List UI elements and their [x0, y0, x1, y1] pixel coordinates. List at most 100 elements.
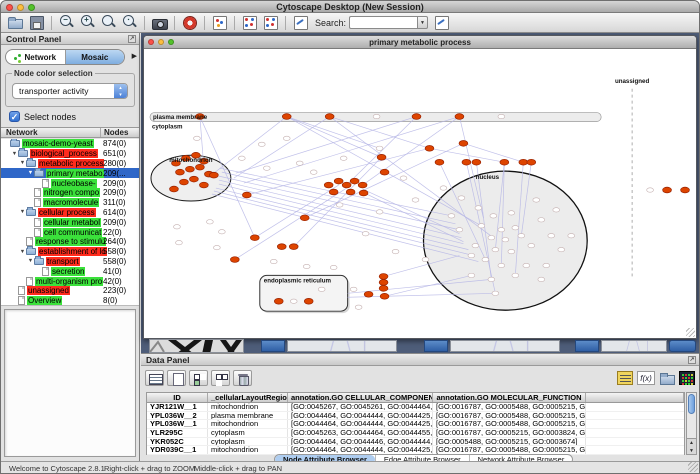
scrollbar-buttons[interactable]: ▲▼ [687, 438, 696, 454]
background-window-titlebar[interactable] [261, 340, 285, 352]
tree-item[interactable]: nucleobase-209(0) [1, 178, 139, 188]
function-builder-icon[interactable]: f(x) [637, 371, 655, 385]
tree-item[interactable]: ▼transport558(0) [1, 257, 139, 267]
background-window-fragment[interactable] [601, 340, 667, 352]
file-icon [34, 188, 41, 197]
search-input[interactable] [349, 16, 417, 29]
search-settings-icon[interactable] [433, 14, 450, 31]
node [538, 218, 545, 222]
birdseye-overview-panel[interactable] [4, 309, 136, 457]
new-attribute-icon[interactable] [167, 370, 186, 386]
disclosure-triangle-icon[interactable]: ▼ [27, 258, 34, 264]
node-color-selection-group: Node color selection transporter activit… [5, 73, 135, 107]
unselect-attributes-icon[interactable] [211, 370, 230, 386]
zoom-selected-icon[interactable] [121, 14, 138, 31]
zoom-out-icon[interactable] [58, 14, 75, 31]
node-color-dropdown[interactable]: transporter activity [12, 83, 128, 99]
background-window-titlebar[interactable] [424, 340, 448, 352]
scrollbar-thumb[interactable] [688, 394, 695, 414]
background-window-fragment[interactable] [450, 340, 560, 352]
canvas-resize-grip[interactable] [686, 328, 695, 337]
tree-column-nodes[interactable]: Nodes [104, 128, 128, 137]
tab-network-label: Network [24, 53, 56, 62]
tree-item[interactable]: ▼establishment of lo558(0) [1, 247, 139, 257]
tab-network[interactable]: Network [6, 50, 65, 64]
background-window-titlebar[interactable] [575, 340, 599, 352]
tree-item[interactable]: ▼biological_process651(0) [1, 149, 139, 159]
disclosure-triangle-icon[interactable]: ▼ [19, 249, 26, 255]
toolbar-separator [51, 16, 52, 30]
search-area: Search: ▼ [315, 14, 452, 31]
vizmapper-icon[interactable] [211, 14, 228, 31]
disclosure-triangle-icon[interactable]: ▼ [11, 151, 18, 157]
tree-item[interactable]: response to stimulu264(0) [1, 237, 139, 247]
attribute-table-icon[interactable] [145, 370, 164, 386]
tree-item[interactable]: nitrogen compo209(0) [1, 188, 139, 198]
node [362, 232, 369, 236]
attribute-table[interactable]: ID_cellularLayoutRegionannotation.GO CEL… [146, 392, 685, 455]
save-icon[interactable] [28, 14, 45, 31]
tree-item[interactable]: macromolecule311(0) [1, 198, 139, 208]
disclosure-triangle-icon[interactable]: ▼ [19, 209, 26, 215]
node-selected [500, 159, 509, 165]
window-titlebar[interactable]: Cytoscape Desktop (New Session) [1, 1, 699, 13]
tree-column-network[interactable]: Network [6, 128, 38, 137]
tree-item[interactable]: secretion41(0) [1, 266, 139, 276]
table-scrollbar[interactable]: ▲▼ [686, 392, 697, 455]
background-window-titlebar-wide[interactable] [669, 340, 696, 352]
network-graph[interactable]: plasma membranecytoplasmmitochondrionnuc… [144, 49, 696, 338]
node-selected [242, 192, 251, 198]
table-row[interactable]: YPL036W__1mitochondrion[GO:0044464, GO:0… [147, 420, 684, 429]
disclosure-triangle-icon[interactable]: ▼ [19, 160, 26, 166]
window-resize-grip[interactable] [688, 462, 698, 472]
zoom-fit-icon[interactable] [100, 14, 117, 31]
matrix-view-icon[interactable] [679, 371, 695, 385]
node [238, 156, 245, 160]
table-row[interactable]: YPL036W__2plasma membrane[GO:0044464, GO… [147, 412, 684, 421]
edge [463, 143, 523, 162]
network-view-window[interactable]: primary metabolic process plasma membran… [143, 35, 697, 339]
network-window-titlebar[interactable]: primary metabolic process [144, 36, 696, 49]
tree-item[interactable]: ▼cellular process614(0) [1, 208, 139, 218]
float-data-panel-icon[interactable]: ↗ [688, 356, 696, 364]
delete-attribute-icon[interactable] [233, 370, 252, 386]
annotation-icon[interactable] [292, 14, 309, 31]
disclosure-triangle-icon[interactable]: ▼ [27, 170, 34, 176]
tree-item[interactable]: cellular metabol209(0) [1, 217, 139, 227]
network-canvas[interactable]: plasma membranecytoplasmmitochondrionnuc… [144, 49, 696, 338]
node [392, 249, 399, 253]
table-row[interactable]: YJR121W__1mitochondrion[GO:0045267, GO:0… [147, 403, 684, 412]
column-header[interactable]: _cellularLayoutRegion [208, 393, 288, 402]
tree-item[interactable]: Overview8(0) [1, 296, 139, 306]
table-row[interactable]: YLR295Ccytoplasm[GO:0045263, GO:0044464,… [147, 429, 684, 438]
tree-item[interactable]: ▼metabolic process280(0) [1, 159, 139, 169]
zoom-in-icon[interactable] [79, 14, 96, 31]
import-attributes-icon[interactable] [659, 371, 675, 385]
status-message: Right-click + drag to ZOOM [104, 464, 195, 473]
background-window-fragment[interactable] [287, 340, 397, 352]
help-icon[interactable] [181, 14, 198, 31]
column-header[interactable]: annotation.GO MOLECULAR_FUNCTION [433, 393, 586, 402]
tree-item[interactable]: unassigned223(0) [1, 286, 139, 296]
open-icon[interactable] [7, 14, 24, 31]
select-attributes-icon[interactable] [189, 370, 208, 386]
column-header[interactable]: annotation.GO CELLULAR_COMPONENT [288, 393, 433, 402]
tab-overflow-arrow[interactable]: ▶ [132, 52, 137, 60]
control-panel: Control Panel ↗ Network Mosaic ▶ Node co… [1, 33, 140, 461]
select-nodes-checkbox[interactable]: ✓ [9, 111, 20, 122]
tree-item[interactable]: ▼primary metabo209(... [1, 168, 139, 178]
search-dropdown-arrow-icon[interactable]: ▼ [417, 16, 428, 29]
tab-mosaic[interactable]: Mosaic [65, 50, 125, 64]
column-header[interactable]: ID [147, 393, 208, 402]
attribute-list-icon[interactable] [617, 371, 633, 385]
float-panel-icon[interactable]: ↗ [128, 35, 136, 43]
tree-item[interactable]: multi-organism pro42(0) [1, 276, 139, 286]
import-network-icon[interactable] [241, 14, 258, 31]
table-row[interactable]: YKR052Ccytoplasm[GO:0044464, GO:0044446,… [147, 438, 684, 447]
import-attributes-icon[interactable] [262, 14, 279, 31]
tree-item[interactable]: cell communicat22(0) [1, 227, 139, 237]
snapshot-icon[interactable] [151, 14, 168, 31]
node-selected [379, 285, 388, 291]
table-cell: [GO:0044464, GO:0044444, GO:0044425, G..… [288, 420, 433, 428]
node [538, 277, 545, 281]
